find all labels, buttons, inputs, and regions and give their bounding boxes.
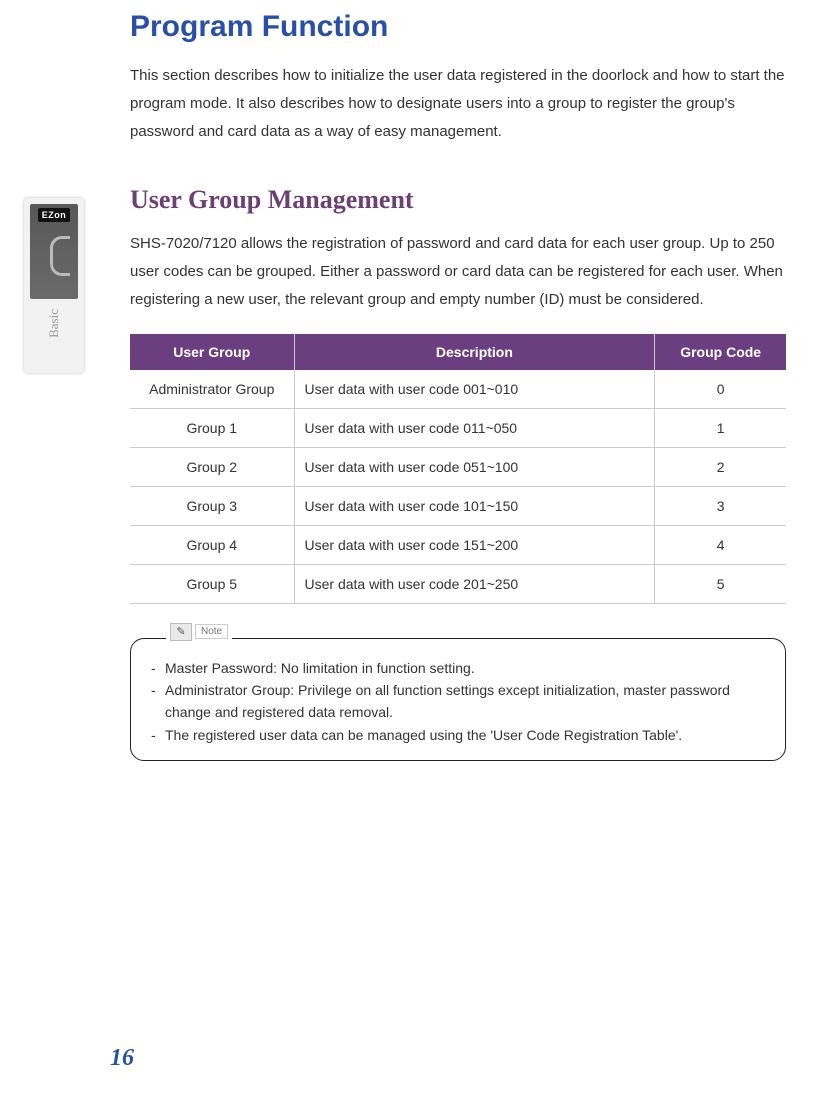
table-header-desc: Description: [294, 334, 655, 370]
note-line: -Master Password: No limitation in funct…: [151, 657, 765, 679]
cell-code: 1: [655, 408, 786, 447]
cell-code: 5: [655, 564, 786, 603]
note-label: Note: [195, 624, 228, 639]
table-row: Group 2User data with user code 051~1002: [130, 447, 786, 486]
note-box: -Master Password: No limitation in funct…: [130, 638, 786, 762]
cell-code: 0: [655, 370, 786, 409]
note-line: -Administrator Group: Privilege on all f…: [151, 679, 765, 724]
cell-group: Group 2: [130, 447, 294, 486]
note-container: ✎ Note -Master Password: No limitation i…: [130, 638, 786, 762]
user-group-table: User Group Description Group Code Admini…: [130, 334, 786, 604]
table-row: Group 5User data with user code 201~2505: [130, 564, 786, 603]
note-text: The registered user data can be managed …: [165, 724, 765, 746]
cell-code: 4: [655, 525, 786, 564]
cell-desc: User data with user code 151~200: [294, 525, 655, 564]
table-row: Group 3User data with user code 101~1503: [130, 486, 786, 525]
cell-group: Group 1: [130, 408, 294, 447]
pencil-icon: ✎: [170, 623, 192, 641]
side-tab-label: Basic: [46, 309, 62, 338]
table-row: Administrator GroupUser data with user c…: [130, 370, 786, 409]
cell-group: Group 3: [130, 486, 294, 525]
intro-text: This section describes how to initialize…: [130, 62, 786, 145]
table-row: Group 1User data with user code 011~0501: [130, 408, 786, 447]
cell-group: Group 4: [130, 525, 294, 564]
note-text: Administrator Group: Privilege on all fu…: [165, 679, 765, 724]
table-header-group: User Group: [130, 334, 294, 370]
table-header-code: Group Code: [655, 334, 786, 370]
section-heading: User Group Management: [130, 185, 786, 215]
section-text: SHS-7020/7120 allows the registration of…: [130, 230, 786, 313]
cell-desc: User data with user code 201~250: [294, 564, 655, 603]
cell-desc: User data with user code 101~150: [294, 486, 655, 525]
cell-desc: User data with user code 051~100: [294, 447, 655, 486]
cell-desc: User data with user code 001~010: [294, 370, 655, 409]
brand-label: EZon: [38, 208, 71, 222]
dash-icon: -: [151, 679, 165, 724]
note-line: -The registered user data can be managed…: [151, 724, 765, 746]
page-title: Program Function: [130, 10, 786, 44]
note-badge: ✎ Note: [166, 623, 232, 641]
side-tab-basic: EZon Basic: [24, 198, 84, 373]
dash-icon: -: [151, 724, 165, 746]
cell-desc: User data with user code 011~050: [294, 408, 655, 447]
dash-icon: -: [151, 657, 165, 679]
lock-image: EZon: [30, 204, 78, 299]
cell-code: 2: [655, 447, 786, 486]
page-number: 16: [110, 1045, 134, 1072]
cell-group: Administrator Group: [130, 370, 294, 409]
cell-code: 3: [655, 486, 786, 525]
cell-group: Group 5: [130, 564, 294, 603]
note-text: Master Password: No limitation in functi…: [165, 657, 765, 679]
door-handle-icon: [50, 236, 70, 276]
table-row: Group 4User data with user code 151~2004: [130, 525, 786, 564]
